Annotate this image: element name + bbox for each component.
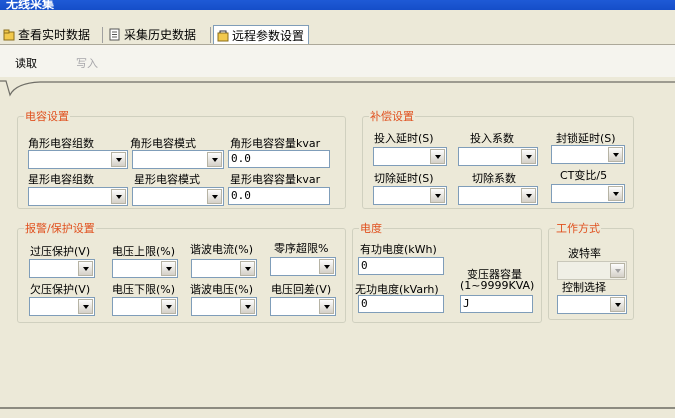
harmonic-voltage-label: 谐波电压(%) xyxy=(190,283,254,296)
chevron-down-icon[interactable] xyxy=(608,147,623,162)
view-data-icon xyxy=(3,29,15,41)
angle-mode-label: 角形电容模式 xyxy=(130,137,196,150)
under-voltage-select[interactable] xyxy=(29,297,95,316)
work-mode-legend: 工作方式 xyxy=(556,222,600,235)
tab-remote-settings[interactable]: 远程参数设置 xyxy=(213,25,310,46)
tab-realtime-data[interactable]: 查看实时数据 xyxy=(0,25,94,45)
harmonic-voltage-select[interactable] xyxy=(191,297,257,316)
active-energy-label: 有功电度(kWh) xyxy=(360,243,437,256)
harmonic-current-select[interactable] xyxy=(191,259,257,278)
energy-legend: 电度 xyxy=(360,222,382,235)
switch-out-delay-label: 切除延时(S) xyxy=(374,172,434,185)
voltage-lower-select[interactable] xyxy=(112,297,178,316)
tab-divider xyxy=(102,27,103,43)
voltage-lower-label: 电压下限(%) xyxy=(112,283,176,296)
switch-in-delay-label: 投入延时(S) xyxy=(374,132,434,145)
angle-capacity-input[interactable]: 0.0 xyxy=(228,150,330,168)
history-data-icon xyxy=(109,28,120,41)
chevron-down-icon[interactable] xyxy=(78,261,93,276)
switch-out-delay-select[interactable] xyxy=(373,186,447,205)
harmonic-current-label: 谐波电流(%) xyxy=(190,243,254,256)
chevron-down-icon[interactable] xyxy=(521,188,536,203)
chevron-down-icon[interactable] xyxy=(610,297,625,312)
tab-label: 远程参数设置 xyxy=(232,29,305,43)
chevron-down-icon[interactable] xyxy=(78,299,93,314)
chevron-down-icon[interactable] xyxy=(319,299,334,314)
tab-label: 查看实时数据 xyxy=(18,28,91,42)
chevron-down-icon[interactable] xyxy=(430,149,445,164)
chevron-down-icon[interactable] xyxy=(111,152,126,167)
reactive-energy-input[interactable]: 0 xyxy=(358,295,444,313)
capacitor-settings-legend: 电容设置 xyxy=(25,110,69,123)
transformer-capacity-input[interactable]: J xyxy=(460,295,533,313)
angle-mode-select[interactable] xyxy=(132,150,224,169)
switch-in-coef-select[interactable] xyxy=(458,147,538,166)
star-mode-select[interactable] xyxy=(132,187,224,206)
tab-label: 采集历史数据 xyxy=(124,28,197,42)
window-title-bar: 无线采集 xyxy=(0,0,675,11)
star-group-select[interactable] xyxy=(28,187,128,206)
chevron-down-icon[interactable] xyxy=(610,263,625,278)
status-divider xyxy=(0,407,675,409)
alarm-protection-legend: 报警/保护设置 xyxy=(25,222,95,235)
voltage-diff-select[interactable] xyxy=(270,297,336,316)
switch-out-coef-select[interactable] xyxy=(458,186,538,205)
write-button[interactable]: 写入 xyxy=(76,55,98,71)
control-select-label: 控制选择 xyxy=(562,281,606,294)
voltage-upper-label: 电压上限(%) xyxy=(112,245,176,258)
window-title: 无线采集 xyxy=(6,0,55,11)
control-select[interactable] xyxy=(557,295,627,314)
chevron-down-icon[interactable] xyxy=(240,261,255,276)
chevron-down-icon[interactable] xyxy=(430,188,445,203)
tab-history-data[interactable]: 采集历史数据 xyxy=(106,25,200,45)
star-group-label: 星形电容组数 xyxy=(28,173,94,186)
chevron-down-icon[interactable] xyxy=(207,189,222,204)
baud-rate-label: 波特率 xyxy=(568,247,601,260)
chevron-down-icon[interactable] xyxy=(207,152,222,167)
active-energy-input[interactable]: 0 xyxy=(358,257,444,275)
over-voltage-select[interactable] xyxy=(29,259,95,278)
switch-in-delay-select[interactable] xyxy=(373,147,447,166)
chevron-down-icon[interactable] xyxy=(161,261,176,276)
switch-in-coef-label: 投入系数 xyxy=(470,132,514,145)
read-button[interactable]: 读取 xyxy=(15,55,37,71)
chevron-down-icon[interactable] xyxy=(111,189,126,204)
zero-seq-label: 零序超限% xyxy=(274,242,329,255)
chevron-down-icon[interactable] xyxy=(608,186,623,201)
chevron-down-icon[interactable] xyxy=(240,299,255,314)
remote-settings-icon xyxy=(217,30,229,42)
toolbar-divider-wave xyxy=(0,80,675,97)
chevron-down-icon[interactable] xyxy=(319,259,334,274)
star-mode-label: 星形电容模式 xyxy=(134,173,200,186)
star-capacity-label: 星形电容容量kvar xyxy=(230,173,321,186)
chevron-down-icon[interactable] xyxy=(161,299,176,314)
switch-out-coef-label: 切除系数 xyxy=(472,172,516,185)
voltage-upper-select[interactable] xyxy=(112,259,178,278)
angle-group-select[interactable] xyxy=(28,150,128,169)
over-voltage-label: 过压保护(V) xyxy=(30,245,91,258)
chevron-down-icon[interactable] xyxy=(521,149,536,164)
transformer-capacity-range: (1~9999KVA) xyxy=(460,279,535,292)
zero-seq-select[interactable] xyxy=(270,257,336,276)
lock-delay-label: 封锁延时(S) xyxy=(556,132,616,145)
lock-delay-select[interactable] xyxy=(551,145,625,164)
tab-strip: 查看实时数据 采集历史数据 远程参数设置 xyxy=(0,25,675,46)
under-voltage-label: 欠压保护(V) xyxy=(30,283,91,296)
tab-divider xyxy=(210,27,211,43)
baud-rate-select[interactable] xyxy=(557,261,627,280)
angle-capacity-label: 角形电容容量kvar xyxy=(230,137,321,150)
star-capacity-input[interactable]: 0.0 xyxy=(228,187,330,205)
compensation-settings-legend: 补偿设置 xyxy=(370,110,414,123)
voltage-diff-label: 电压回差(V) xyxy=(271,283,332,296)
angle-group-label: 角形电容组数 xyxy=(28,137,94,150)
ct-ratio-label: CT变比/5 xyxy=(560,169,608,182)
ct-ratio-select[interactable] xyxy=(551,184,625,203)
